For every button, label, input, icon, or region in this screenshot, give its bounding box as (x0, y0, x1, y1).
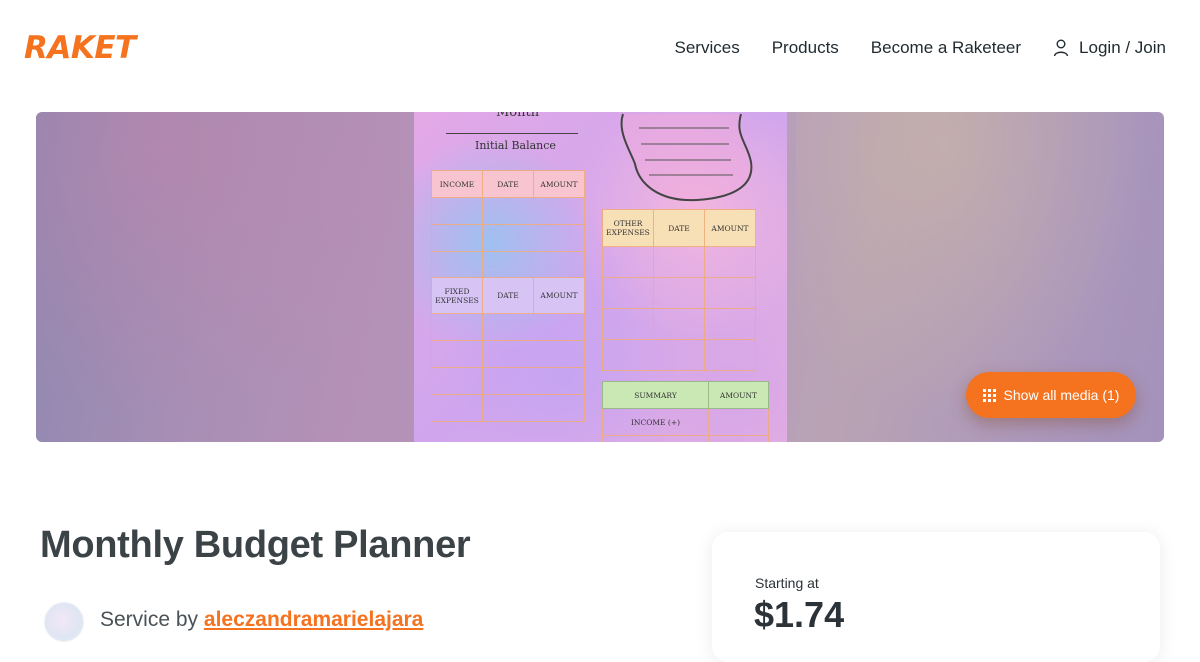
site-header: RAKET Services Products Become a Raketee… (0, 0, 1200, 100)
fixed-amount-header: AMOUNT (533, 277, 585, 314)
income-date-header: DATE (482, 170, 534, 198)
user-icon (1053, 39, 1069, 57)
other-date-header: DATE (653, 209, 705, 247)
seller-link[interactable]: aleczandramarielajara (204, 608, 423, 631)
show-all-media-button[interactable]: Show all media (1) (966, 372, 1136, 418)
summary-table: SUMMARY AMOUNT INCOME (+) (602, 381, 769, 442)
other-expenses-header: OTHER EXPENSES (602, 209, 654, 247)
fixed-date-header: DATE (482, 277, 534, 314)
service-by-prefix: Service by (100, 608, 199, 631)
nav-become-raketeer[interactable]: Become a Raketeer (871, 38, 1021, 58)
summary-header: SUMMARY (602, 381, 709, 409)
other-amount-header: AMOUNT (704, 209, 756, 247)
main-nav: Services Products Become a Raketeer Logi… (643, 38, 1166, 58)
nav-products[interactable]: Products (772, 38, 839, 58)
raket-logo[interactable]: RAKET (24, 30, 136, 66)
note-blob (620, 113, 753, 202)
income-table: INCOME DATE AMOUNT (431, 170, 585, 279)
seller-avatar[interactable] (44, 602, 84, 642)
planner-divider (446, 133, 578, 134)
listing-title: Monthly Budget Planner (40, 524, 471, 566)
planner-month-label: Month (496, 112, 540, 120)
summary-amount-header: AMOUNT (708, 381, 769, 409)
starting-at-label: Starting at (755, 575, 819, 591)
nav-services[interactable]: Services (675, 38, 740, 58)
other-expenses-table: OTHER EXPENSES DATE AMOUNT (602, 209, 756, 371)
fixed-expenses-table: FIXED EXPENSES DATE AMOUNT (431, 277, 585, 422)
fixed-expenses-header: FIXED EXPENSES (431, 277, 483, 314)
login-join-link[interactable]: Login / Join (1053, 38, 1166, 58)
planner-image: Month Initial Balance INCOME DATE AMOUNT… (414, 112, 787, 442)
service-by-line: Service by aleczandramarielajara (100, 608, 423, 632)
income-header: INCOME (431, 170, 483, 198)
income-amount-header: AMOUNT (533, 170, 585, 198)
planner-initial-balance: Initial Balance (475, 139, 556, 152)
grid-icon (982, 388, 996, 402)
pricing-card: Starting at $1.74 (712, 532, 1160, 662)
summary-income-row: INCOME (+) (602, 408, 709, 436)
show-all-media-label: Show all media (1) (1003, 387, 1120, 403)
login-join-label: Login / Join (1079, 38, 1166, 57)
